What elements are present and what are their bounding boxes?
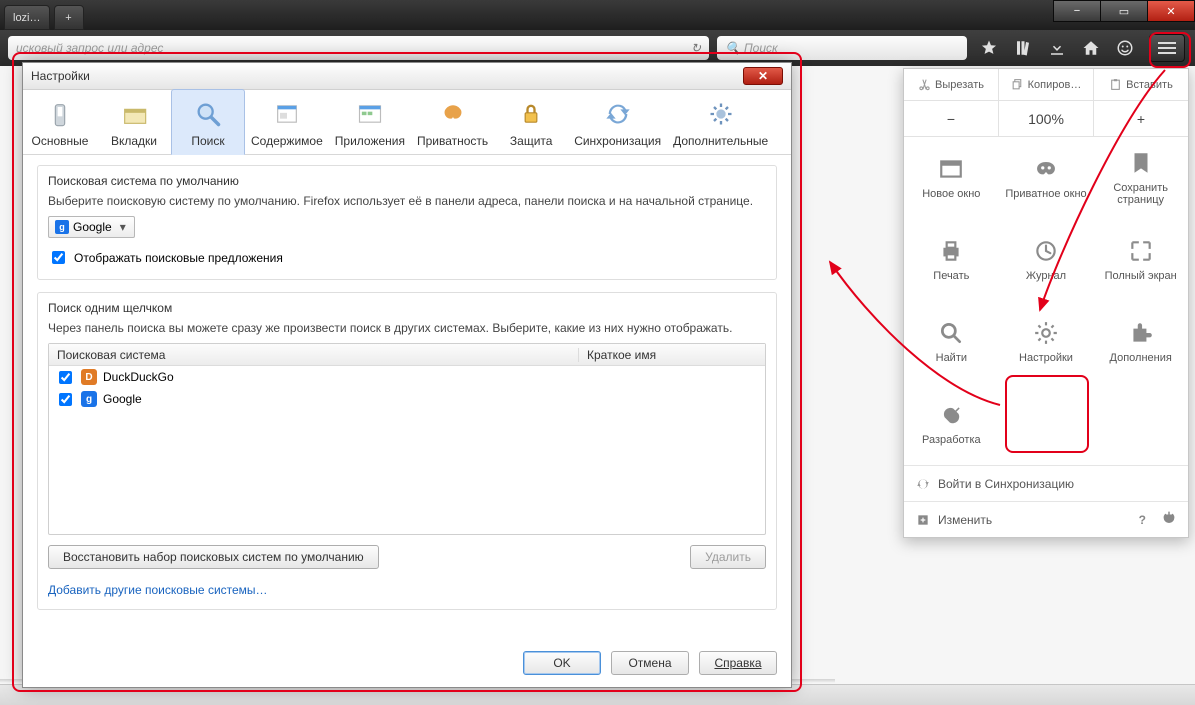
menu-copy[interactable]: Копиров… — [999, 69, 1094, 100]
settings-tab-вкладки[interactable]: Вкладки — [97, 90, 171, 154]
window-titlebar: lozi… + − ▭ ✕ — [0, 0, 1195, 30]
minimize-button[interactable]: − — [1053, 0, 1101, 22]
settings-tab-приложения[interactable]: Приложения — [329, 90, 411, 154]
new-tab-button[interactable]: + — [54, 5, 84, 30]
ok-button[interactable]: OK — [523, 651, 601, 675]
oneclick-help: Через панель поиска вы можете сразу же п… — [48, 321, 766, 335]
engines-col1: Поисковая система — [49, 348, 579, 362]
browser-tab[interactable]: lozi… — [4, 5, 50, 30]
dialog-header: Настройки ✕ — [23, 63, 791, 90]
restore-defaults-button[interactable]: Восстановить набор поисковых систем по у… — [48, 545, 379, 569]
menu-copy-label: Копиров… — [1028, 79, 1082, 91]
default-engine-select[interactable]: g Google ▾ — [48, 216, 135, 238]
dialog-close-button[interactable]: ✕ — [743, 67, 783, 85]
menu-item-сохранить-страницу[interactable]: Сохранить страницу — [1093, 137, 1188, 219]
menu-item-настройки[interactable]: Настройки — [999, 301, 1094, 383]
chevron-down-icon: ▾ — [116, 220, 130, 234]
menu-paste-label: Вставить — [1126, 79, 1173, 91]
library-icon[interactable] — [1013, 38, 1033, 58]
dialog-tabstrip: ОсновныеВкладкиПоискСодержимоеПриложения… — [23, 90, 791, 155]
address-bar[interactable]: исковый запрос или адрес ↻ — [8, 36, 709, 60]
hamburger-menu-button[interactable] — [1149, 34, 1185, 62]
menu-cut-label: Вырезать — [935, 79, 984, 91]
menu-item-новое-окно[interactable]: Новое окно — [904, 137, 999, 219]
search-bar[interactable]: 🔍 Поиск — [717, 36, 967, 60]
engine-row[interactable]: g Google — [49, 388, 765, 410]
settings-tab-приватность[interactable]: Приватность — [411, 90, 494, 154]
suggestions-checkbox[interactable] — [52, 251, 65, 264]
settings-tab-поиск[interactable]: Поиск — [171, 89, 245, 155]
engine-checkbox[interactable] — [59, 393, 72, 406]
download-icon[interactable] — [1047, 38, 1067, 58]
zoom-in-button[interactable]: + — [1094, 101, 1188, 136]
oneclick-title: Поиск одним щелчком — [48, 301, 766, 315]
home-icon[interactable] — [1081, 38, 1101, 58]
menu-item-печать[interactable]: Печать — [904, 219, 999, 301]
menu-sync-label: Войти в Синхронизацию — [938, 477, 1074, 491]
settings-dialog: Настройки ✕ ОсновныеВкладкиПоискСодержим… — [22, 62, 792, 688]
menu-customize[interactable]: Изменить — [916, 513, 992, 527]
engine-icon: g — [81, 391, 97, 407]
menu-item-журнал[interactable]: Журнал — [999, 219, 1094, 301]
tab-label: lozi… — [13, 12, 41, 24]
menu-item-найти[interactable]: Найти — [904, 301, 999, 383]
settings-tab-синхронизация[interactable]: Синхронизация — [568, 90, 667, 154]
window-close-button[interactable]: ✕ — [1147, 0, 1195, 22]
menu-item-приватное-окно[interactable]: Приватное окно — [999, 137, 1094, 219]
zoom-out-button[interactable]: − — [904, 101, 999, 136]
bookmark-star-icon[interactable] — [979, 38, 999, 58]
default-search-help: Выберите поисковую систему по умолчанию.… — [48, 194, 766, 208]
browser-toolbar: исковый запрос или адрес ↻ 🔍 Поиск — [0, 30, 1195, 66]
engine-name: DuckDuckGo — [103, 370, 174, 384]
default-search-group: Поисковая система по умолчанию Выберите … — [37, 165, 777, 280]
settings-tab-основные[interactable]: Основные — [23, 90, 97, 154]
engines-table: Поисковая система Краткое имя D DuckDuckG… — [48, 343, 766, 535]
add-engines-link[interactable]: Добавить другие поисковые системы… — [48, 583, 268, 597]
google-icon: g — [55, 220, 69, 234]
zoom-level: 100% — [999, 101, 1094, 136]
dialog-footer: OK Отмена Справка — [23, 639, 791, 687]
search-icon: 🔍 — [725, 41, 740, 55]
settings-tab-содержимое[interactable]: Содержимое — [245, 90, 329, 154]
maximize-button[interactable]: ▭ — [1100, 0, 1148, 22]
menu-item-разработка[interactable]: Разработка — [904, 383, 999, 465]
remove-engine-button[interactable]: Удалить — [690, 545, 766, 569]
reload-icon[interactable]: ↻ — [691, 41, 701, 55]
help-button[interactable]: Справка — [699, 651, 777, 675]
menu-cut[interactable]: Вырезать — [904, 69, 999, 100]
engine-row[interactable]: D DuckDuckGo — [49, 366, 765, 388]
dialog-title: Настройки — [31, 69, 90, 83]
hamburger-menu-panel: Вырезать Копиров… Вставить − 100% + Ново… — [903, 68, 1189, 538]
engine-name: Google — [103, 392, 142, 406]
suggestions-label: Отображать поисковые предложения — [74, 251, 283, 265]
menu-customize-label: Изменить — [938, 513, 992, 527]
face-icon[interactable] — [1115, 38, 1135, 58]
help-icon[interactable]: ? — [1139, 513, 1146, 527]
power-icon[interactable] — [1162, 511, 1176, 528]
settings-tab-защита[interactable]: Защита — [494, 90, 568, 154]
engine-icon: D — [81, 369, 97, 385]
engines-col2: Краткое имя — [579, 348, 664, 362]
address-placeholder: исковый запрос или адрес — [16, 41, 163, 55]
default-engine-value: Google — [73, 220, 112, 234]
default-search-title: Поисковая система по умолчанию — [48, 174, 766, 188]
settings-tab-дополнительные[interactable]: Дополнительные — [667, 90, 774, 154]
menu-paste[interactable]: Вставить — [1094, 69, 1188, 100]
search-placeholder: Поиск — [744, 41, 778, 55]
engine-checkbox[interactable] — [59, 371, 72, 384]
menu-item-полный-экран[interactable]: Полный экран — [1093, 219, 1188, 301]
menu-item-дополнения[interactable]: Дополнения — [1093, 301, 1188, 383]
cancel-button[interactable]: Отмена — [611, 651, 689, 675]
menu-sync[interactable]: Войти в Синхронизацию — [904, 465, 1188, 501]
oneclick-search-group: Поиск одним щелчком Через панель поиска … — [37, 292, 777, 610]
